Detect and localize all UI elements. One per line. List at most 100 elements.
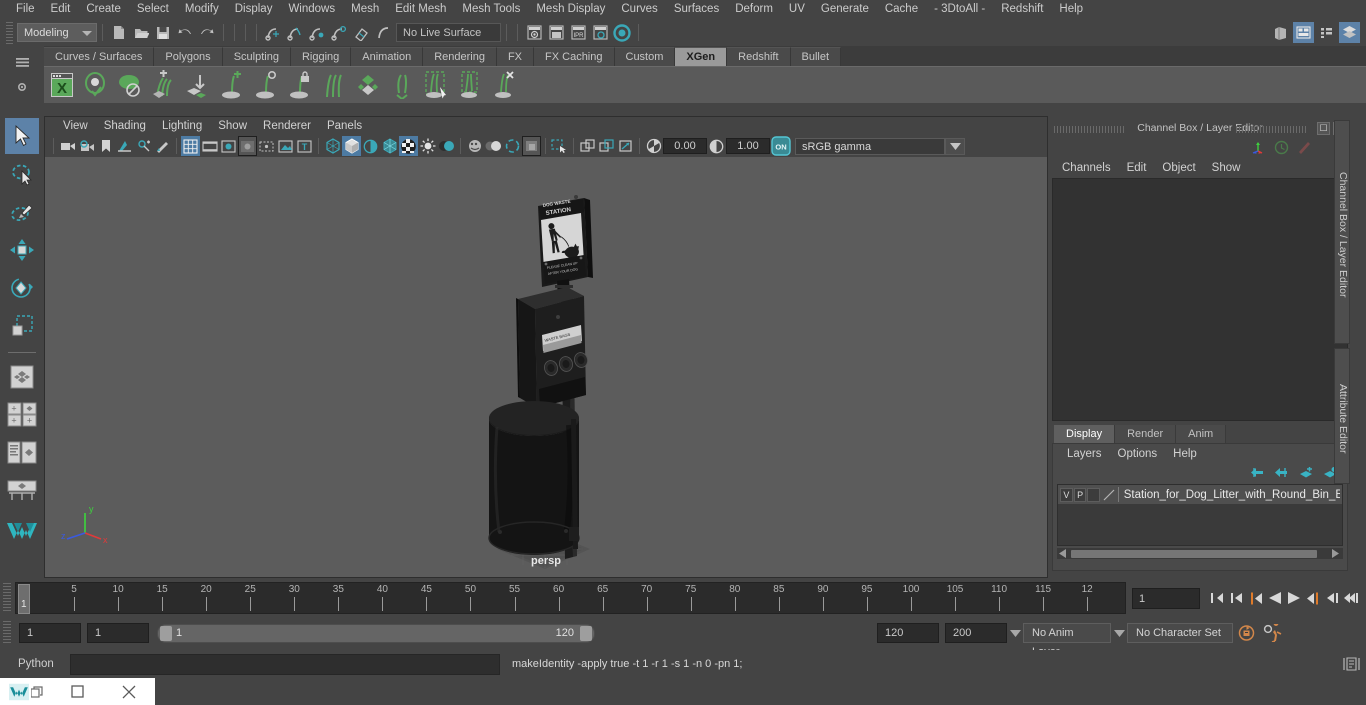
sidebar-tab-channel-box[interactable]: Channel Box / Layer Editor: [1334, 120, 1350, 344]
manipulator-icon[interactable]: [1251, 140, 1266, 154]
step-back-keyframe-icon[interactable]: [1227, 586, 1246, 610]
range-start-time-field[interactable]: 1: [87, 623, 149, 643]
four-pane-layout[interactable]: + + +: [5, 397, 39, 433]
menu-file[interactable]: File: [8, 0, 43, 19]
menu-3dtoall[interactable]: - 3DtoAll -: [926, 0, 993, 19]
scroll-thumb[interactable]: [1071, 549, 1317, 558]
menu-curves[interactable]: Curves: [613, 0, 665, 19]
menu-windows[interactable]: Windows: [280, 0, 343, 19]
layer-list[interactable]: V P Station_for_Dog_Litter_with_Round_Bi…: [1057, 484, 1343, 546]
new-scene-icon[interactable]: [109, 22, 129, 43]
xgen-editor-icon[interactable]: X: [46, 69, 77, 101]
move-layer-down-icon[interactable]: [1274, 467, 1289, 479]
undock-icon[interactable]: ☐: [1317, 122, 1330, 135]
shelf-tab-custom[interactable]: Custom: [614, 47, 676, 66]
maximize-window-button[interactable]: [52, 678, 104, 705]
xgen-delete-guides-icon[interactable]: [488, 69, 519, 101]
shelf-tab-sculpting[interactable]: Sculpting: [222, 47, 291, 66]
menu-deform[interactable]: Deform: [727, 0, 781, 19]
range-drag-handle[interactable]: [3, 621, 11, 645]
textured-mode-icon[interactable]: [399, 136, 418, 156]
maya-app-icon[interactable]: [0, 678, 52, 705]
gamma-field[interactable]: 1.00: [726, 138, 770, 154]
command-input[interactable]: [70, 653, 500, 675]
create-new-layer-icon[interactable]: [1298, 466, 1313, 479]
anim-layer-select[interactable]: No Anim Layer: [1023, 623, 1111, 658]
menu-mesh[interactable]: Mesh: [343, 0, 387, 19]
camera-attributes-icon[interactable]: [77, 136, 96, 156]
edit-menu[interactable]: Edit: [1119, 162, 1155, 174]
exposure-icon[interactable]: [644, 136, 663, 156]
xgen-comb-icon[interactable]: [318, 69, 349, 101]
character-set-dropdown-arrow-icon[interactable]: [1111, 623, 1127, 643]
menu-set-selector[interactable]: Modeling: [17, 23, 97, 42]
menu-help[interactable]: Help: [1051, 0, 1091, 19]
sidebar-tab-attribute-editor[interactable]: Attribute Editor: [1334, 348, 1350, 484]
snap-to-curve-icon[interactable]: [285, 22, 305, 43]
options-menu[interactable]: Options: [1110, 448, 1166, 460]
shelf-tab-curves-surfaces[interactable]: Curves / Surfaces: [44, 47, 155, 66]
ipr-render-icon[interactable]: IPR: [568, 22, 588, 43]
character-set-select[interactable]: No Character Set: [1127, 623, 1233, 643]
xgen-clump-icon[interactable]: [454, 69, 485, 101]
step-back-frame-icon[interactable]: [1246, 586, 1265, 610]
xgen-density-icon[interactable]: [352, 69, 383, 101]
play-backwards-icon[interactable]: [1265, 586, 1284, 610]
channel-box-toggle-icon[interactable]: [1316, 22, 1337, 43]
select-camera-icon[interactable]: [58, 136, 77, 156]
open-scene-icon[interactable]: [131, 22, 151, 43]
go-to-start-icon[interactable]: [1208, 586, 1227, 610]
pencil-icon[interactable]: [1297, 140, 1312, 154]
step-forward-keyframe-icon[interactable]: [1322, 586, 1341, 610]
xray-active-components-icon[interactable]: [597, 136, 616, 156]
xgen-add-description-icon[interactable]: [148, 69, 179, 101]
scale-tool[interactable]: [5, 308, 39, 344]
persp-viewport[interactable]: DOG WASTE STATION PLEASE CLEAN UP AFTER …: [45, 157, 1047, 577]
panel-drag-handle-left[interactable]: [1054, 126, 1126, 133]
shelf-options-gear-icon[interactable]: [15, 80, 29, 94]
menu-display[interactable]: Display: [227, 0, 281, 19]
object-menu[interactable]: Object: [1154, 162, 1203, 174]
chevron-down-icon[interactable]: [945, 137, 965, 155]
color-management-select[interactable]: sRGB gamma: [795, 137, 945, 155]
tab-render[interactable]: Render: [1115, 425, 1177, 443]
close-window-button[interactable]: [103, 678, 155, 705]
paint-select-tool[interactable]: [5, 194, 39, 230]
undo-icon[interactable]: [175, 22, 195, 43]
render-sequence-icon[interactable]: [546, 22, 566, 43]
command-language-label[interactable]: Python: [18, 658, 70, 670]
tab-display[interactable]: Display: [1054, 425, 1116, 443]
menu-surfaces[interactable]: Surfaces: [666, 0, 727, 19]
move-layer-up-icon[interactable]: [1250, 467, 1265, 479]
snap-to-view-plane-icon[interactable]: [351, 22, 371, 43]
go-to-end-icon[interactable]: [1341, 586, 1360, 610]
film-gate-icon[interactable]: [200, 136, 219, 156]
menu-uv[interactable]: UV: [781, 0, 813, 19]
single-pane-layout[interactable]: [5, 359, 39, 395]
anim-start-time-field[interactable]: 1: [19, 623, 81, 643]
help-menu[interactable]: Help: [1165, 448, 1205, 460]
shelf-tab-animation[interactable]: Animation: [351, 47, 424, 66]
motion-blur-icon[interactable]: [484, 136, 503, 156]
toolbar-drag-handle[interactable]: [6, 21, 13, 44]
menu-redshift[interactable]: Redshift: [993, 0, 1051, 19]
select-tool[interactable]: [5, 118, 39, 154]
save-scene-icon[interactable]: [153, 22, 173, 43]
xgen-lock-guides-icon[interactable]: [284, 69, 315, 101]
menu-mesh-display[interactable]: Mesh Display: [528, 0, 613, 19]
resolution-gate-icon[interactable]: [219, 136, 238, 156]
xray-joints-icon[interactable]: [578, 136, 597, 156]
auto-key-icon[interactable]: [1233, 624, 1259, 642]
attribute-editor-toggle-icon[interactable]: [1293, 22, 1314, 43]
color-management-toggle-icon[interactable]: ON: [770, 136, 792, 156]
viewport-menu-renderer[interactable]: Renderer: [255, 117, 319, 135]
lasso-select-tool[interactable]: [5, 156, 39, 192]
wireframe-on-shaded-icon[interactable]: [380, 136, 399, 156]
menu-modify[interactable]: Modify: [177, 0, 227, 19]
use-default-lighting-icon[interactable]: [418, 136, 437, 156]
multisample-aa-icon[interactable]: [503, 136, 522, 156]
bookmark-icon[interactable]: [96, 136, 115, 156]
shelf-tab-menu-icon[interactable]: [15, 56, 30, 68]
contrast-icon[interactable]: [707, 136, 726, 156]
range-start-handle[interactable]: [160, 625, 172, 641]
